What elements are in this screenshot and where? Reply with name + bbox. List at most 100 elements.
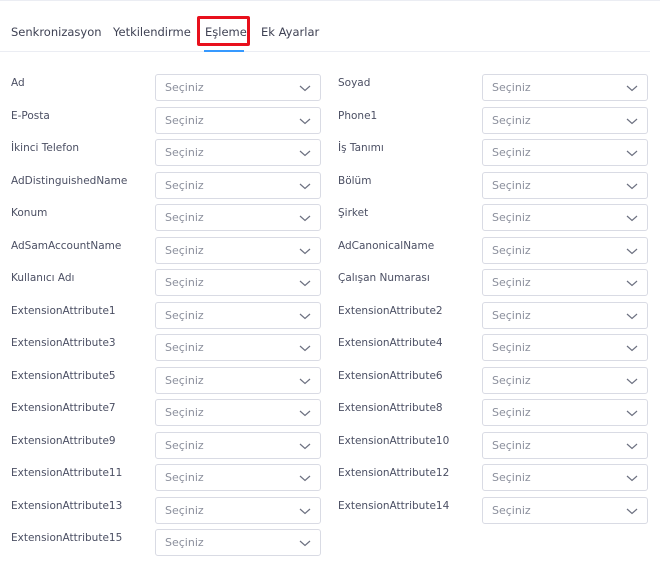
chevron-down-icon	[299, 85, 311, 92]
select-konum[interactable]: Seçiniz	[155, 204, 321, 231]
select-soyad[interactable]: Seçiniz	[482, 74, 648, 101]
field-label-kullan-c-ad: Kullanıcı Adı	[11, 272, 75, 284]
select-extensionattribute8[interactable]: Seçiniz	[482, 399, 648, 426]
select-adsamaccountname[interactable]: Seçiniz	[155, 236, 321, 264]
select-extensionattribute10[interactable]: Seçiniz	[482, 431, 648, 459]
field-label-extensionattribute9: ExtensionAttribute9	[11, 434, 116, 447]
field-label-extensionattribute11: ExtensionAttribute11	[11, 467, 123, 479]
select-extensionattribute9[interactable]: Seçiniz	[155, 431, 321, 459]
select-placeholder: Seçiniz	[492, 373, 531, 387]
field-label-extensionattribute6: ExtensionAttribute6	[338, 369, 443, 382]
select-extensionattribute6[interactable]: Seçiniz	[482, 366, 648, 394]
select-extensionattribute1[interactable]: Seçiniz	[155, 301, 321, 329]
chevron-down-icon	[299, 118, 311, 124]
select-placeholder: Seçiniz	[165, 211, 204, 224]
select-extensionattribute12[interactable]: Seçiniz	[482, 464, 648, 491]
select-e-posta[interactable]: Seçiniz	[155, 106, 321, 134]
select-s-irket[interactable]: Seçiniz	[482, 204, 648, 231]
tab-senkronizasyon[interactable]: Senkronizasyon	[11, 18, 102, 46]
select-addistinguishedname[interactable]: Seçiniz	[155, 171, 321, 199]
select-kullan-c-ad[interactable]: Seçiniz	[155, 269, 321, 296]
chevron-down-icon	[626, 345, 638, 352]
select-placeholder: Seçiniz	[492, 308, 531, 322]
chevron-down-icon	[299, 475, 311, 482]
select-placeholder: Seçiniz	[492, 113, 531, 127]
select-extensionattribute15[interactable]: Seçiniz	[155, 529, 321, 556]
field-label-c-al-s-an-numaras: Çalışan Numarası	[338, 272, 430, 284]
chevron-down-icon	[626, 443, 638, 449]
select-extensionattribute11[interactable]: Seçiniz	[155, 464, 321, 491]
chevron-down-icon	[626, 215, 638, 222]
select-placeholder: Seçiniz	[492, 178, 531, 192]
field-label-extensionattribute15: ExtensionAttribute15	[11, 532, 123, 544]
select-extensionattribute13[interactable]: Seçiniz	[155, 496, 321, 524]
select-placeholder: Seçiniz	[165, 308, 204, 322]
select-placeholder: Seçiniz	[165, 373, 204, 387]
select-i-s-tan-m[interactable]: Seçiniz	[482, 139, 648, 166]
select-ad[interactable]: Seçiniz	[155, 74, 321, 101]
chevron-down-icon	[299, 540, 311, 547]
select-extensionattribute14[interactable]: Seçiniz	[482, 496, 648, 524]
select-placeholder: Seçiniz	[165, 406, 204, 419]
chevron-down-icon	[626, 150, 638, 157]
field-label-bo-lu-m: Bölüm	[338, 174, 372, 187]
chevron-down-icon	[299, 508, 311, 514]
select-extensionattribute2[interactable]: Seçiniz	[482, 301, 648, 329]
field-label-extensionattribute4: ExtensionAttribute4	[338, 337, 443, 349]
select-placeholder: Seçiniz	[492, 146, 531, 159]
select-placeholder: Seçiniz	[165, 471, 204, 484]
select-placeholder: Seçiniz	[165, 146, 204, 159]
select-placeholder: Seçiniz	[492, 341, 531, 354]
tab-ek-ayarlar[interactable]: Ek Ayarlar	[261, 18, 319, 46]
select-placeholder: Seçiniz	[492, 471, 531, 484]
select-c-al-s-an-numaras[interactable]: Seçiniz	[482, 269, 648, 296]
chevron-down-icon	[299, 183, 311, 189]
tab-yetkilendirme[interactable]: Yetkilendirme	[113, 18, 191, 46]
field-label-extensionattribute7: ExtensionAttribute7	[11, 402, 116, 414]
chevron-down-icon	[626, 118, 638, 124]
chevron-down-icon	[299, 280, 311, 287]
field-label-extensionattribute2: ExtensionAttribute2	[338, 304, 443, 317]
chevron-down-icon	[299, 248, 311, 254]
field-label-extensionattribute3: ExtensionAttribute3	[11, 337, 116, 349]
field-label-extensionattribute1: ExtensionAttribute1	[11, 304, 116, 317]
chevron-down-icon	[299, 443, 311, 449]
select-extensionattribute3[interactable]: Seçiniz	[155, 334, 321, 361]
select-placeholder: Seçiniz	[492, 438, 531, 452]
select-extensionattribute4[interactable]: Seçiniz	[482, 334, 648, 361]
field-label-extensionattribute14: ExtensionAttribute14	[338, 499, 450, 512]
select-i-kinci-telefon[interactable]: Seçiniz	[155, 139, 321, 166]
field-label-adsamaccountname: AdSamAccountName	[11, 239, 122, 252]
chevron-down-icon	[299, 410, 311, 417]
field-label-extensionattribute5: ExtensionAttribute5	[11, 369, 116, 382]
chevron-down-icon	[626, 475, 638, 482]
tab-esleme[interactable]: Eşleme	[205, 18, 247, 46]
field-label-i-s-tan-m: İş Tanımı	[338, 142, 384, 154]
chevron-down-icon	[626, 313, 638, 319]
select-extensionattribute7[interactable]: Seçiniz	[155, 399, 321, 426]
field-label-extensionattribute10: ExtensionAttribute10	[338, 434, 450, 447]
select-placeholder: Seçiniz	[492, 276, 531, 289]
select-bo-lu-m[interactable]: Seçiniz	[482, 171, 648, 199]
select-placeholder: Seçiniz	[165, 81, 204, 94]
top-divider	[0, 0, 660, 2]
chevron-down-icon	[626, 85, 638, 92]
select-placeholder: Seçiniz	[492, 503, 531, 517]
field-label-s-irket: Şirket	[338, 207, 369, 219]
field-label-extensionattribute8: ExtensionAttribute8	[338, 402, 443, 414]
chevron-down-icon	[299, 215, 311, 222]
field-label-i-kinci-telefon: İkinci Telefon	[11, 142, 80, 154]
field-label-phone1: Phone1	[338, 109, 378, 122]
select-extensionattribute5[interactable]: Seçiniz	[155, 366, 321, 394]
select-placeholder: Seçiniz	[492, 406, 531, 419]
select-placeholder: Seçiniz	[165, 113, 204, 127]
chevron-down-icon	[299, 345, 311, 352]
chevron-down-icon	[299, 378, 311, 384]
select-placeholder: Seçiniz	[165, 276, 204, 289]
field-label-adcanonicalname: AdCanonicalName	[338, 239, 435, 252]
select-placeholder: Seçiniz	[165, 536, 204, 549]
chevron-down-icon	[626, 378, 638, 384]
select-phone1[interactable]: Seçiniz	[482, 106, 648, 134]
field-label-soyad: Soyad	[338, 77, 371, 89]
select-adcanonicalname[interactable]: Seçiniz	[482, 236, 648, 264]
